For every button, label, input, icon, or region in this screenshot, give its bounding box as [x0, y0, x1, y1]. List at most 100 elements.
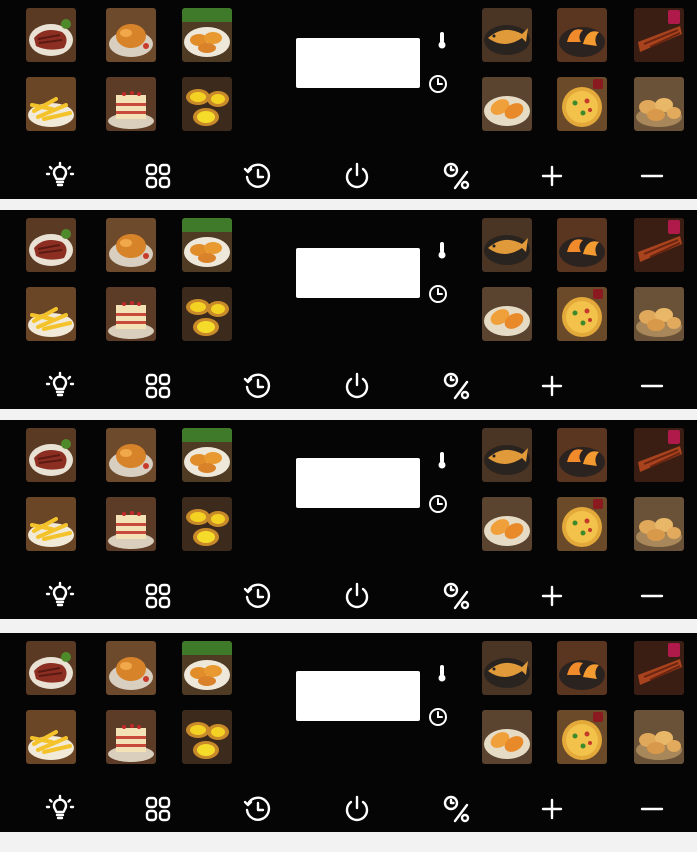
- plus-icon: [536, 160, 568, 192]
- timer-icon: [242, 793, 274, 825]
- power-button[interactable]: [341, 580, 373, 612]
- bread-tile[interactable]: [634, 287, 684, 341]
- display-screen: [296, 458, 420, 508]
- menu-button[interactable]: [142, 370, 174, 402]
- minus-button[interactable]: [636, 580, 668, 612]
- egg-tarts-tile[interactable]: [182, 287, 232, 341]
- light-button[interactable]: [44, 580, 76, 612]
- bread-tile[interactable]: [634, 497, 684, 551]
- plus-button[interactable]: [536, 160, 568, 192]
- power-icon: [341, 370, 373, 402]
- timer-button[interactable]: [242, 580, 274, 612]
- time-temperature-button[interactable]: [441, 160, 473, 192]
- time-percent-icon: [441, 160, 473, 192]
- fish-tile[interactable]: [482, 641, 532, 695]
- oven-control-panel: [0, 633, 697, 832]
- steak-tile[interactable]: [26, 428, 76, 482]
- menu-button[interactable]: [142, 160, 174, 192]
- french-fries-tile[interactable]: [26, 710, 76, 764]
- ribs-tile[interactable]: [634, 428, 684, 482]
- pizza-tile[interactable]: [557, 77, 607, 131]
- time-percent-icon: [441, 370, 473, 402]
- timer-button[interactable]: [242, 370, 274, 402]
- clock-icon: [428, 74, 448, 94]
- timer-button[interactable]: [242, 793, 274, 825]
- bread-tile[interactable]: [634, 77, 684, 131]
- minus-button[interactable]: [636, 793, 668, 825]
- power-button[interactable]: [341, 160, 373, 192]
- clock-icon: [428, 284, 448, 304]
- plus-icon: [536, 793, 568, 825]
- plus-button[interactable]: [536, 580, 568, 612]
- menu-button[interactable]: [142, 580, 174, 612]
- cake-tile[interactable]: [106, 287, 156, 341]
- egg-tarts-tile[interactable]: [182, 77, 232, 131]
- cake-tile[interactable]: [106, 77, 156, 131]
- roast-chicken-tile[interactable]: [106, 218, 156, 272]
- ribs-tile[interactable]: [634, 641, 684, 695]
- fish-tile[interactable]: [482, 428, 532, 482]
- shrimp-tile[interactable]: [557, 218, 607, 272]
- egg-tarts-tile[interactable]: [182, 497, 232, 551]
- fish-tile[interactable]: [482, 8, 532, 62]
- power-icon: [341, 793, 373, 825]
- oven-control-panel: [0, 420, 697, 619]
- bread-tile[interactable]: [634, 710, 684, 764]
- grid-icon: [142, 580, 174, 612]
- chicken-wings-tile[interactable]: [182, 641, 232, 695]
- sweet-potato-tile[interactable]: [482, 287, 532, 341]
- power-button[interactable]: [341, 793, 373, 825]
- sweet-potato-tile[interactable]: [482, 77, 532, 131]
- pizza-tile[interactable]: [557, 710, 607, 764]
- french-fries-tile[interactable]: [26, 497, 76, 551]
- time-temperature-button[interactable]: [441, 793, 473, 825]
- roast-chicken-tile[interactable]: [106, 641, 156, 695]
- chicken-wings-tile[interactable]: [182, 428, 232, 482]
- timer-icon: [242, 370, 274, 402]
- chicken-wings-tile[interactable]: [182, 218, 232, 272]
- ribs-tile[interactable]: [634, 8, 684, 62]
- light-button[interactable]: [44, 370, 76, 402]
- menu-button[interactable]: [142, 793, 174, 825]
- french-fries-tile[interactable]: [26, 77, 76, 131]
- plus-button[interactable]: [536, 370, 568, 402]
- time-temperature-button[interactable]: [441, 370, 473, 402]
- roast-chicken-tile[interactable]: [106, 8, 156, 62]
- shrimp-tile[interactable]: [557, 641, 607, 695]
- ribs-tile[interactable]: [634, 218, 684, 272]
- cake-tile[interactable]: [106, 710, 156, 764]
- plus-icon: [536, 370, 568, 402]
- power-icon: [341, 580, 373, 612]
- light-button[interactable]: [44, 160, 76, 192]
- steak-tile[interactable]: [26, 641, 76, 695]
- power-button[interactable]: [341, 370, 373, 402]
- minus-button[interactable]: [636, 160, 668, 192]
- minus-button[interactable]: [636, 370, 668, 402]
- light-bulb-icon: [44, 160, 76, 192]
- shrimp-tile[interactable]: [557, 8, 607, 62]
- light-bulb-icon: [44, 580, 76, 612]
- light-button[interactable]: [44, 793, 76, 825]
- plus-icon: [536, 580, 568, 612]
- time-percent-icon: [441, 793, 473, 825]
- timer-button[interactable]: [242, 160, 274, 192]
- steak-tile[interactable]: [26, 218, 76, 272]
- plus-button[interactable]: [536, 793, 568, 825]
- steak-tile[interactable]: [26, 8, 76, 62]
- french-fries-tile[interactable]: [26, 287, 76, 341]
- shrimp-tile[interactable]: [557, 428, 607, 482]
- oven-control-panel: [0, 210, 697, 409]
- pizza-tile[interactable]: [557, 497, 607, 551]
- egg-tarts-tile[interactable]: [182, 710, 232, 764]
- roast-chicken-tile[interactable]: [106, 428, 156, 482]
- fish-tile[interactable]: [482, 218, 532, 272]
- sweet-potato-tile[interactable]: [482, 710, 532, 764]
- minus-icon: [636, 793, 668, 825]
- minus-icon: [636, 160, 668, 192]
- chicken-wings-tile[interactable]: [182, 8, 232, 62]
- time-temperature-button[interactable]: [441, 580, 473, 612]
- sweet-potato-tile[interactable]: [482, 497, 532, 551]
- oven-control-panel: [0, 0, 697, 199]
- pizza-tile[interactable]: [557, 287, 607, 341]
- cake-tile[interactable]: [106, 497, 156, 551]
